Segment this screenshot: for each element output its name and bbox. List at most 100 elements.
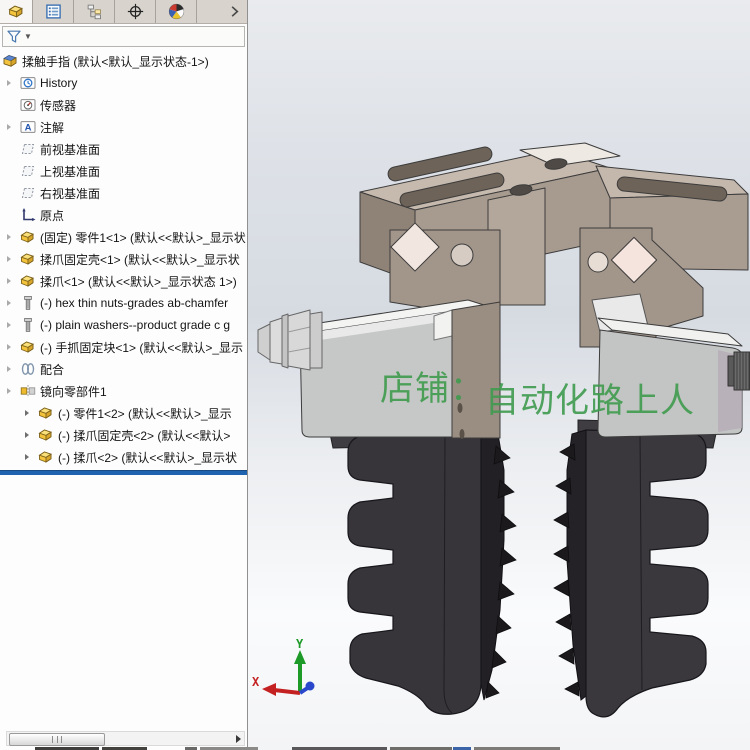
expand-arrow-icon[interactable]: [25, 453, 29, 460]
tab-configurationmanager[interactable]: [74, 0, 115, 23]
part-icon: [38, 449, 54, 465]
tree-item-claw-shell-2[interactable]: (-) 揉爪固定壳<2> (默认<<默认>: [0, 424, 247, 446]
tree-item-hex-nuts[interactable]: (-) hex thin nuts-grades ab-chamfer: [0, 292, 247, 314]
fastener-icon: [20, 317, 36, 333]
feature-manager-panel: ▼ 揉触手指 (默认<默认_显示状态-1>) History 传感器 A 注解前视基准面…: [0, 0, 248, 750]
rollback-bar[interactable]: [0, 470, 247, 475]
fastener-icon: [20, 295, 36, 311]
scrollbar-thumb[interactable]: [9, 733, 105, 746]
tree-item-label: 揉爪固定壳<1> (默认<<默认>_显示状: [40, 252, 240, 267]
tree-item-label: 右视基准面: [40, 186, 101, 201]
tree-item-label: (-) plain washers--product grade c g: [40, 318, 231, 332]
expand-arrow-icon[interactable]: [7, 123, 11, 130]
history-icon: [20, 75, 36, 91]
plane-icon: [20, 141, 36, 157]
horizontal-scrollbar[interactable]: [6, 731, 245, 746]
tree-item-label: 上视基准面: [40, 164, 101, 179]
tree-item-front-plane[interactable]: 前视基准面: [0, 138, 247, 160]
tree-item-part1-2[interactable]: (-) 零件1<2> (默认<<默认>_显示: [0, 402, 247, 424]
mates-icon: [20, 361, 36, 377]
tab-propertymanager[interactable]: [33, 0, 74, 23]
svg-text:A: A: [25, 123, 32, 134]
tree-item-mirror-comp[interactable]: 镜向零部件1: [0, 380, 247, 402]
tree-item-label: 镜向零部件1: [40, 384, 107, 399]
plane-icon: [20, 185, 36, 201]
triad-z-axis: [305, 681, 315, 691]
filter-icon: [6, 29, 22, 45]
filter-bar[interactable]: ▼: [2, 26, 245, 47]
tree-item-claw-shell-1[interactable]: 揉爪固定壳<1> (默认<<默认>_显示状: [0, 248, 247, 270]
origin-icon: [20, 207, 36, 223]
annotations-icon: A: [20, 119, 36, 135]
scrollbar-right-arrow-icon[interactable]: [236, 735, 241, 743]
expand-arrow-icon[interactable]: [7, 343, 11, 350]
part-icon: [20, 229, 36, 245]
part-icon: [20, 339, 36, 355]
triad-x-label: X: [252, 675, 260, 689]
tree-item-label: History: [40, 76, 78, 90]
sensors-icon: [20, 97, 36, 113]
panel-tab-strip: [0, 0, 247, 24]
list-icon: [45, 3, 62, 20]
assembly-icon: [2, 53, 18, 69]
expand-arrow-icon[interactable]: [7, 255, 11, 262]
tree-item-history[interactable]: History: [0, 72, 247, 94]
crosshair-icon: [127, 3, 144, 20]
expand-arrow-icon[interactable]: [7, 277, 11, 284]
part-icon: [38, 405, 54, 421]
orientation-triad: Y X: [252, 637, 315, 696]
tree-item-label: 揉爪<1> (默认<<默认>_显示状态 1>): [40, 274, 237, 289]
filter-dropdown-caret-icon[interactable]: ▼: [24, 32, 32, 41]
expand-arrow-icon[interactable]: [7, 365, 11, 372]
tree-item-top-plane[interactable]: 上视基准面: [0, 160, 247, 182]
expand-arrow-icon[interactable]: [25, 409, 29, 416]
expand-arrow-icon[interactable]: [7, 321, 11, 328]
tree-item-label: (-) 手抓固定块<1> (默认<<默认>_显示: [40, 340, 244, 355]
tree-item-annotations[interactable]: A 注解: [0, 116, 247, 138]
tree-item-root[interactable]: 揉触手指 (默认<默认_显示状态-1>): [0, 50, 247, 72]
expand-arrow-icon[interactable]: [7, 387, 11, 394]
3d-viewport[interactable]: 店铺：自动化路上人 Y X: [248, 0, 750, 750]
triad-y-label: Y: [296, 637, 304, 651]
tree-item-claw-1[interactable]: 揉爪<1> (默认<<默认>_显示状态 1>): [0, 270, 247, 292]
tree-item-label: (固定) 零件1<1> (默认<<默认>_显示状: [40, 230, 246, 245]
tree-item-sensors[interactable]: 传感器: [0, 94, 247, 116]
part-icon: [7, 3, 25, 20]
tree-item-label: (-) 揉爪<2> (默认<<默认>_显示状: [58, 450, 238, 465]
feature-tree: 揉触手指 (默认<默认_显示状态-1>) History 传感器 A 注解前视基准面上视…: [0, 48, 247, 468]
expand-arrow-icon[interactable]: [7, 299, 11, 306]
chevron-right-icon: [227, 4, 242, 19]
part-icon: [38, 427, 54, 443]
tree-item-washers[interactable]: (-) plain washers--product grade c g: [0, 314, 247, 336]
expand-arrow-icon[interactable]: [25, 431, 29, 438]
tree-item-label: 配合: [40, 362, 65, 377]
tree-item-label: 传感器: [40, 98, 77, 113]
tree-item-grab-block[interactable]: (-) 手抓固定块<1> (默认<<默认>_显示: [0, 336, 247, 358]
cad-model: 店铺：自动化路上人 Y X: [252, 142, 750, 718]
tree-item-label: (-) 零件1<2> (默认<<默认>_显示: [58, 406, 232, 421]
tree-item-label: 揉触手指 (默认<默认_显示状态-1>): [22, 54, 209, 69]
tree-item-label: 注解: [40, 120, 65, 135]
mirror-icon: [20, 383, 36, 399]
tree-item-label: (-) 揉爪固定壳<2> (默认<<默认>: [58, 428, 231, 443]
tree-item-label: 原点: [40, 208, 65, 223]
part-icon: [20, 251, 36, 267]
tree-item-label: (-) hex thin nuts-grades ab-chamfer: [40, 296, 229, 310]
part-icon: [20, 273, 36, 289]
config-icon: [86, 3, 103, 20]
tree-item-right-plane[interactable]: 右视基准面: [0, 182, 247, 204]
tab-overflow-button[interactable]: [221, 0, 247, 23]
tab-displaymanager[interactable]: [156, 0, 197, 23]
left-gripper-finger: [347, 429, 517, 715]
expand-arrow-icon[interactable]: [7, 79, 11, 86]
expand-arrow-icon[interactable]: [7, 233, 11, 240]
tab-featuremanager[interactable]: [0, 0, 33, 23]
plane-icon: [20, 163, 36, 179]
tree-item-mates[interactable]: 配合: [0, 358, 247, 380]
tree-item-origin[interactable]: 原点: [0, 204, 247, 226]
tab-dimxpertmanager[interactable]: [115, 0, 156, 23]
right-gripper-finger: [553, 429, 709, 718]
tree-item-part1-1[interactable]: (固定) 零件1<1> (默认<<默认>_显示状: [0, 226, 247, 248]
tree-item-claw-2[interactable]: (-) 揉爪<2> (默认<<默认>_显示状: [0, 446, 247, 468]
scrollbar-grip-icon: [52, 736, 62, 743]
